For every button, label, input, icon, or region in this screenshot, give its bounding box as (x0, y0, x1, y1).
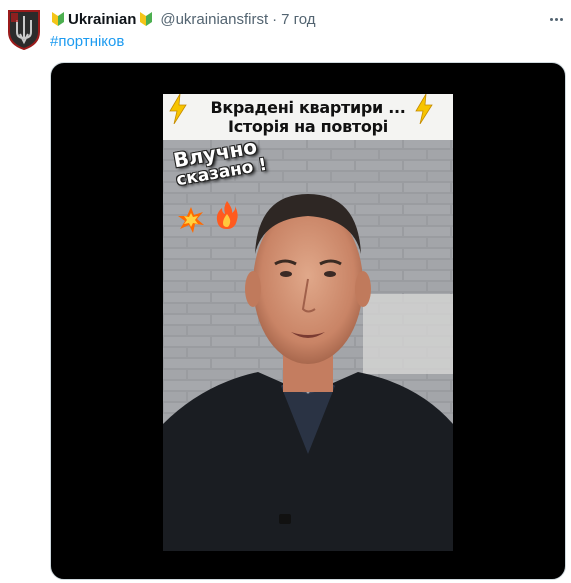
more-options-button[interactable] (546, 9, 566, 29)
more-dot (549, 17, 553, 21)
fire-icon (216, 201, 238, 229)
video-title-band: Вкрадені квартири ... Історія на повторі (163, 94, 453, 140)
tweet[interactable]: Ukrainian @ukrainiansfirst · 7 год #порт… (0, 0, 571, 583)
lightning-icon (415, 94, 433, 124)
separator-dot: · (272, 10, 278, 28)
tweet-header: Ukrainian @ukrainiansfirst · 7 год (50, 9, 316, 29)
more-dot (554, 17, 558, 21)
video-player[interactable]: Вкрадені квартири ... Історія на повторі… (50, 62, 566, 580)
video-title-line-2: Історія на повторі (228, 117, 388, 136)
video-title-line-1: Вкрадені квартири ... (210, 98, 406, 117)
avatar[interactable] (6, 8, 42, 51)
beginner-badge-icon (140, 12, 153, 26)
user-handle[interactable]: @ukrainiansfirst (160, 11, 268, 28)
more-dot (559, 17, 563, 21)
trident-shield-icon (8, 10, 40, 51)
hashtag-link[interactable]: #портніков (50, 33, 124, 50)
collision-icon (178, 207, 204, 233)
video-frame: Вкрадені квартири ... Історія на повторі… (163, 94, 453, 551)
timestamp[interactable]: 7 год (281, 11, 315, 28)
display-name[interactable]: Ukrainian (68, 11, 136, 28)
beginner-badge-icon (52, 12, 64, 26)
